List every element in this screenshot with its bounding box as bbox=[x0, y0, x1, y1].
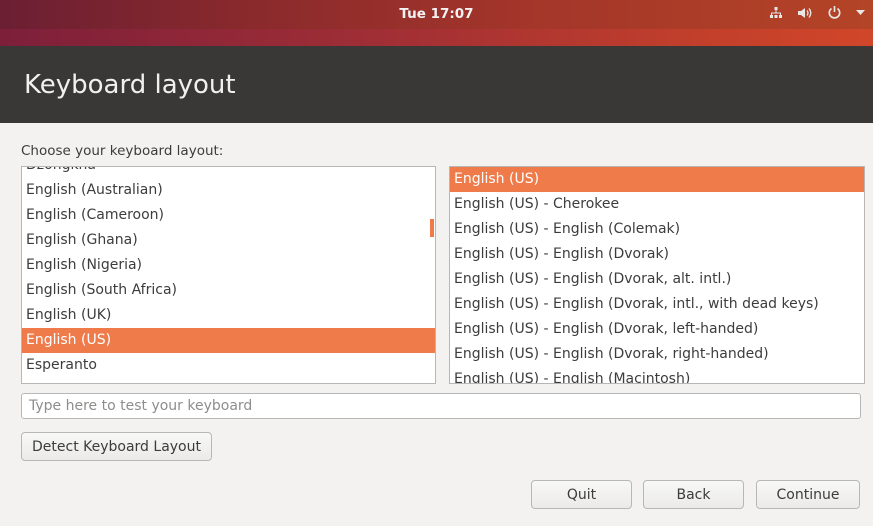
list-item[interactable]: English (US) - English (Dvorak, left-han… bbox=[450, 317, 864, 342]
list-item[interactable]: English (Australian) bbox=[22, 178, 435, 203]
list-item[interactable]: English (US) - English (Macintosh) bbox=[450, 367, 864, 383]
list-item-selected[interactable]: English (US) bbox=[450, 167, 864, 192]
list-item[interactable]: English (US) - English (Dvorak, intl., w… bbox=[450, 292, 864, 317]
list-item[interactable]: English (UK) bbox=[22, 303, 435, 328]
list-item[interactable]: English (US) - English (Dvorak) bbox=[450, 242, 864, 267]
network-icon[interactable] bbox=[769, 6, 783, 20]
list-item[interactable]: English (Ghana) bbox=[22, 228, 435, 253]
volume-icon[interactable] bbox=[797, 6, 813, 20]
detect-layout-button[interactable]: Detect Keyboard Layout bbox=[21, 432, 212, 461]
continue-button[interactable]: Continue bbox=[756, 480, 860, 509]
variant-list[interactable]: English (US) English (US) - Cherokee Eng… bbox=[449, 166, 865, 384]
layout-list[interactable]: Dzongkha English (Australian) English (C… bbox=[21, 166, 436, 384]
page-title: Keyboard layout bbox=[24, 70, 236, 100]
power-icon[interactable] bbox=[827, 5, 842, 20]
desktop-wallpaper bbox=[0, 29, 873, 46]
list-item[interactable]: Dzongkha bbox=[22, 167, 435, 178]
keyboard-test-input[interactable] bbox=[21, 393, 861, 419]
list-item-selected[interactable]: English (US) bbox=[22, 328, 435, 353]
clock[interactable]: Tue 17:07 bbox=[0, 6, 873, 22]
system-tray[interactable] bbox=[769, 5, 865, 20]
layout-prompt: Choose your keyboard layout: bbox=[21, 143, 224, 159]
back-button[interactable]: Back bbox=[643, 480, 744, 509]
list-item[interactable]: English (US) - Cherokee bbox=[450, 192, 864, 217]
list-item[interactable]: Esperanto bbox=[22, 353, 435, 378]
list-item[interactable]: English (US) - English (Dvorak, right-ha… bbox=[450, 342, 864, 367]
list-item[interactable]: English (US) - English (Dvorak, alt. int… bbox=[450, 267, 864, 292]
list-item[interactable]: English (US) - English (Colemak) bbox=[450, 217, 864, 242]
list-item[interactable]: English (South Africa) bbox=[22, 278, 435, 303]
header-bar: Keyboard layout bbox=[0, 46, 873, 123]
scroll-indicator[interactable] bbox=[430, 219, 434, 237]
list-item[interactable]: English (Nigeria) bbox=[22, 253, 435, 278]
top-panel: Tue 17:07 bbox=[0, 0, 873, 29]
chevron-down-icon[interactable] bbox=[856, 9, 865, 16]
installer-window: Keyboard layout Choose your keyboard lay… bbox=[0, 46, 873, 526]
quit-button[interactable]: Quit bbox=[531, 480, 632, 509]
list-item[interactable]: English (Cameroon) bbox=[22, 203, 435, 228]
